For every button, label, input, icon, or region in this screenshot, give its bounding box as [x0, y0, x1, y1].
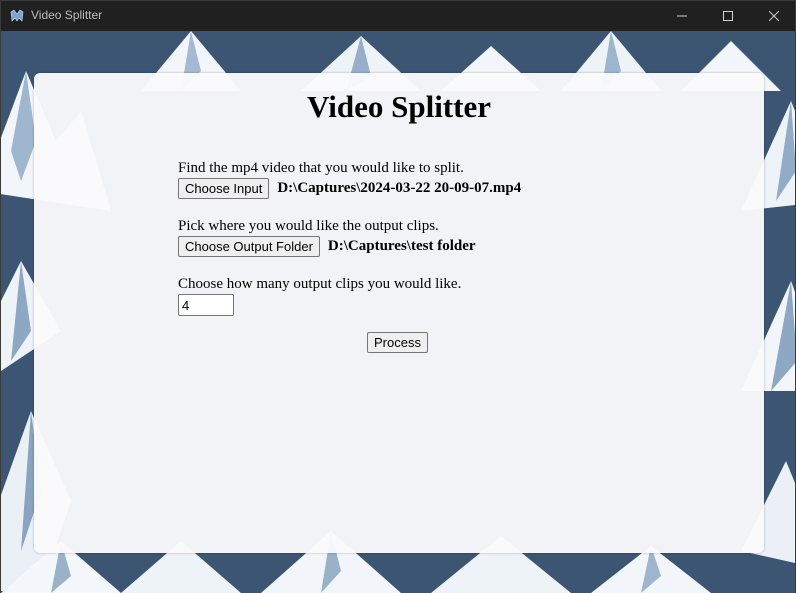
- output-section: Pick where you would like the output cli…: [178, 217, 476, 257]
- minimize-button[interactable]: [659, 1, 705, 31]
- main-panel: Video Splitter Find the mp4 video that y…: [34, 73, 764, 553]
- input-path-label: D:\Captures\2024-03-22 20-09-07.mp4: [277, 180, 522, 196]
- output-prompt: Pick where you would like the output cli…: [178, 218, 439, 234]
- input-row: Choose Input D:\Captures\2024-03-22 20-0…: [178, 178, 521, 199]
- clip-count-input[interactable]: [178, 294, 234, 316]
- app-icon: [10, 9, 24, 23]
- output-path-label: D:\Captures\test folder: [327, 238, 476, 254]
- page-title: Video Splitter: [307, 89, 491, 124]
- client-area: Video Splitter Find the mp4 video that y…: [1, 31, 795, 593]
- process-button[interactable]: Process: [367, 332, 428, 353]
- maximize-button[interactable]: [705, 1, 751, 31]
- input-prompt: Find the mp4 video that you would like t…: [178, 160, 464, 176]
- window-title: Video Splitter: [31, 8, 103, 22]
- clips-prompt: Choose how many output clips you would l…: [178, 276, 462, 292]
- choose-output-folder-button[interactable]: Choose Output Folder: [178, 236, 320, 257]
- output-row: Choose Output Folder D:\Captures\test fo…: [178, 236, 476, 257]
- close-icon: [769, 11, 779, 21]
- maximize-icon: [723, 11, 733, 21]
- title-bar[interactable]: Video Splitter: [1, 1, 795, 31]
- close-button[interactable]: [751, 1, 796, 31]
- clips-section: Choose how many output clips you would l…: [178, 275, 461, 316]
- minimize-icon: [677, 15, 687, 17]
- input-section: Find the mp4 video that you would like t…: [178, 159, 521, 199]
- app-window: Video Splitter Video Splitter Find the m…: [0, 0, 796, 593]
- choose-input-button[interactable]: Choose Input: [178, 178, 270, 199]
